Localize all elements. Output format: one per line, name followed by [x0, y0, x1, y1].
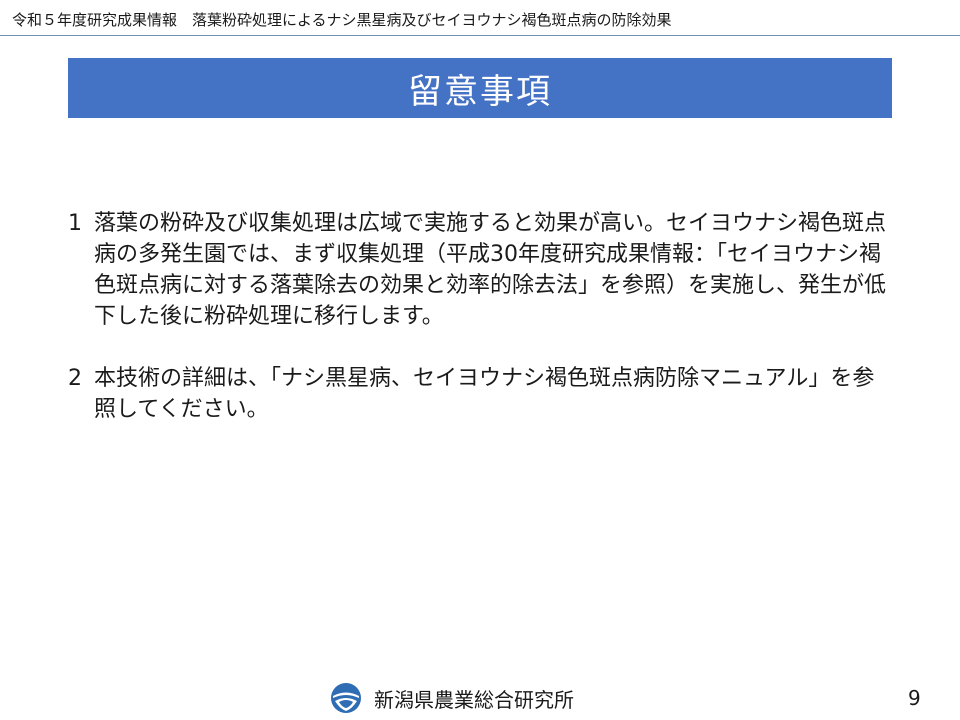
note-item: 1 落葉の粉砕及び収集処理は広域で実施すると効果が高い。セイヨウナシ褐色斑点病の… [68, 208, 892, 332]
footer: 新潟県農業総合研究所 [330, 682, 574, 714]
note-text: 本技術の詳細は、「ナシ黒星病、セイヨウナシ褐色斑点病防除マニュアル」を参照してく… [94, 366, 875, 422]
note-number: 2 [68, 366, 82, 391]
note-text: 落葉の粉砕及び収集処理は広域で実施すると効果が高い。セイヨウナシ褐色斑点病の多発… [94, 211, 887, 329]
notes-list: 1 落葉の粉砕及び収集処理は広域で実施すると効果が高い。セイヨウナシ褐色斑点病の… [68, 208, 892, 456]
section-banner: 留意事項 [68, 58, 892, 118]
header-title: 令和５年度研究成果情報 落葉粉砕処理によるナシ黒星病及びセイヨウナシ褐色斑点病の… [12, 11, 672, 29]
note-item: 2 本技術の詳細は、「ナシ黒星病、セイヨウナシ褐色斑点病防除マニュアル」を参照し… [68, 363, 892, 425]
header-divider [0, 35, 960, 36]
note-number: 1 [68, 211, 82, 236]
section-title: 留意事項 [408, 71, 552, 112]
organization-name: 新潟県農業総合研究所 [374, 687, 574, 712]
page-number: 9 [908, 686, 921, 710]
prefecture-emblem-icon [331, 683, 361, 713]
